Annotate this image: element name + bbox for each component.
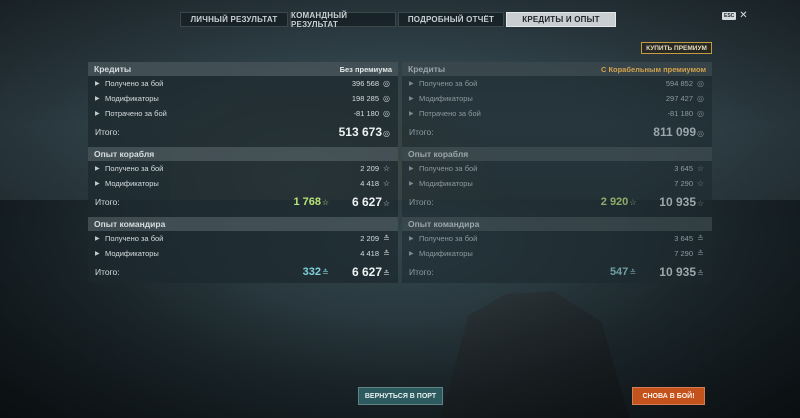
tab-credits-and-xp[interactable]: КРЕДИТЫ И ОПЫТ [506,12,616,27]
tab-team-result[interactable]: КОМАНДНЫЙ РЕЗУЛЬТАТ [290,11,396,29]
results-with-premium: Кредиты С Корабельным премиумом ▶ Получен… [402,62,712,283]
chevron-right-icon[interactable]: ▶ [409,95,415,102]
captain-icon: ≛ [322,268,329,277]
captain-xp-header: Опыт командира [88,217,398,231]
credits-header: Кредиты Без премиума [88,62,398,76]
chevron-right-icon[interactable]: ▶ [409,235,415,242]
ship-xp-title: Опыт корабля [94,149,155,159]
list-item[interactable]: ▶ Потрачено за бой -81 180 ◎ [88,106,398,121]
chevron-right-icon[interactable]: ▶ [95,95,101,102]
captain-icon: ≛ [629,268,637,277]
list-item[interactable]: ▶ Модификаторы 297 427 ◎ [402,91,712,106]
captain-bonus-value: 547 [609,266,629,278]
battle-again-button[interactable]: СНОВА В БОЙ! [632,387,705,405]
ship-xp-total: Итого: 1 768☆ 6 627☆ [95,195,391,209]
list-item[interactable]: ▶ Получено за бой 2 209 ≛ [88,231,398,246]
return-to-port-button[interactable]: ВЕРНУТЬСЯ В ПОРТ [358,387,443,405]
free-xp-star-icon: ☆ [629,198,637,207]
list-item[interactable]: ▶ Модификаторы 4 418 ☆ [88,176,398,191]
premium-state-label: С Корабельным премиумом [600,64,706,74]
buy-premium-button[interactable]: КУПИТЬ ПРЕМИУМ [641,42,712,54]
credits-header: Кредиты С Корабельным премиумом [402,62,712,76]
captain-xp-title: Опыт командира [94,219,166,229]
chevron-right-icon[interactable]: ▶ [409,180,415,187]
coin-icon: ◎ [697,109,704,118]
result-tabs: ЛИЧНЫЙ РЕЗУЛЬТАТ КОМАНДНЫЙ РЕЗУЛЬТАТ ПОД… [180,11,616,29]
list-item[interactable]: ▶ Получено за бой 2 209 ☆ [88,161,398,176]
list-item[interactable]: ▶ Модификаторы 198 285 ◎ [88,91,398,106]
credits-title: Кредиты [94,64,132,74]
coin-icon: ◎ [383,129,390,138]
captain-xp-header: Опыт командира [402,217,712,231]
chevron-right-icon[interactable]: ▶ [409,165,415,172]
close-icon[interactable]: ✕ [739,11,747,21]
chevron-right-icon[interactable]: ▶ [95,250,101,257]
captain-icon: ≛ [697,234,704,243]
star-icon: ☆ [696,164,705,173]
credits-title: Кредиты [408,64,446,74]
free-xp-star-icon: ☆ [321,198,330,207]
ship-xp-header: Опыт корабля [88,147,398,161]
coin-icon: ◎ [697,94,704,103]
list-item[interactable]: ▶ Модификаторы 7 290 ≛ [402,246,712,261]
list-item[interactable]: ▶ Получено за бой 3 645 ≛ [402,231,712,246]
chevron-right-icon[interactable]: ▶ [409,80,415,87]
results-without-premium: Кредиты Без премиума ▶ Получено за бой 39… [88,62,398,283]
captain-icon: ≛ [383,249,390,258]
esc-key-hint: ESC [722,12,737,20]
star-icon: ☆ [382,164,391,173]
credits-total: Итого: 811 099◎ [409,125,704,139]
star-icon: ☆ [382,179,391,188]
free-xp-value: 1 768 [293,196,321,208]
chevron-right-icon[interactable]: ▶ [95,165,101,172]
free-xp-value: 2 920 [600,196,629,208]
captain-icon: ≛ [383,269,390,278]
chevron-right-icon[interactable]: ▶ [95,110,101,117]
captain-xp-total: Итого: 332≛ 6 627≛ [95,265,390,279]
list-item[interactable]: ▶ Получено за бой 594 852 ◎ [402,76,712,91]
list-item[interactable]: ▶ Модификаторы 4 418 ≛ [88,246,398,261]
ship-xp-total: Итого: 2 920☆ 10 935☆ [409,195,705,209]
chevron-right-icon[interactable]: ▶ [95,235,101,242]
tab-personal-result[interactable]: ЛИЧНЫЙ РЕЗУЛЬТАТ [180,12,288,27]
chevron-right-icon[interactable]: ▶ [95,180,101,187]
coin-icon: ◎ [383,109,390,118]
credits-total: Итого: 513 673◎ [95,125,390,139]
ship-xp-header: Опыт корабля [402,147,712,161]
coin-icon: ◎ [697,79,704,88]
tab-detailed-report[interactable]: ПОДРОБНЫЙ ОТЧЁТ [398,12,504,27]
chevron-right-icon[interactable]: ▶ [409,110,415,117]
captain-icon: ≛ [383,234,390,243]
close-button[interactable]: ESC ✕ [722,11,748,21]
captain-xp-total: Итого: 547≛ 10 935≛ [409,265,704,279]
captain-icon: ≛ [697,249,704,258]
chevron-right-icon[interactable]: ▶ [409,250,415,257]
list-item[interactable]: ▶ Получено за бой 3 645 ☆ [402,161,712,176]
captain-bonus-value: 332 [302,266,321,278]
captain-icon: ≛ [697,269,704,278]
list-item[interactable]: ▶ Получено за бой 396 568 ◎ [88,76,398,91]
star-icon: ☆ [696,179,705,188]
coin-icon: ◎ [383,94,390,103]
list-item[interactable]: ▶ Модификаторы 7 290 ☆ [402,176,712,191]
premium-state-label: Без премиума [339,64,392,74]
star-icon: ☆ [382,199,391,208]
chevron-right-icon[interactable]: ▶ [95,80,101,87]
captain-xp-title: Опыт командира [408,219,480,229]
coin-icon: ◎ [383,79,390,88]
coin-icon: ◎ [697,129,704,138]
star-icon: ☆ [696,199,705,208]
ship-xp-title: Опыт корабля [408,149,469,159]
list-item[interactable]: ▶ Потрачено за бой -81 180 ◎ [402,106,712,121]
